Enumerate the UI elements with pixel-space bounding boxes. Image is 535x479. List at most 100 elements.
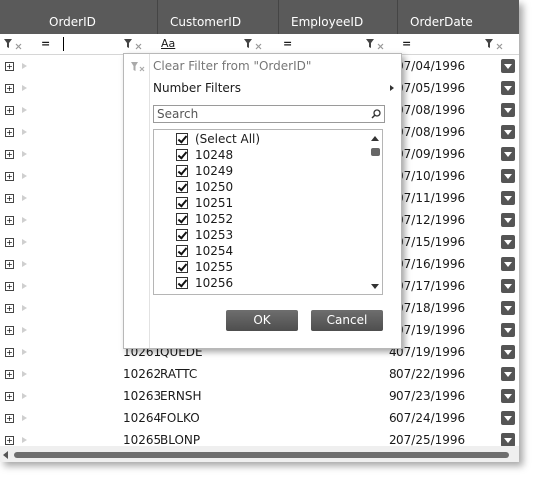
expand-row-icon[interactable]: + xyxy=(5,414,14,423)
row-indicator-icon xyxy=(22,173,27,179)
checkbox-checked-icon[interactable] xyxy=(176,245,188,257)
number-filters-menu-item[interactable]: Number Filters xyxy=(153,81,241,95)
scroll-up-icon[interactable] xyxy=(371,136,379,141)
cell-customerid: RATTC xyxy=(160,367,198,381)
orderid-filter-operator[interactable]: = xyxy=(41,37,50,50)
expand-row-icon[interactable]: + xyxy=(5,150,14,159)
orderdate-filter-operator[interactable]: = xyxy=(402,37,411,50)
expand-row-icon[interactable]: + xyxy=(5,128,14,137)
row-dropdown-button[interactable] xyxy=(501,367,515,381)
scroll-down-icon[interactable] xyxy=(371,284,379,289)
row-indicator-icon xyxy=(22,393,27,399)
table-row[interactable]: +10264 FOLKO 6 07/24/1996 xyxy=(0,407,519,429)
cell-orderdate: 07/08/1996 xyxy=(396,103,466,117)
cancel-button[interactable]: Cancel xyxy=(311,310,383,331)
customerid-filter-operator[interactable]: Aa xyxy=(161,37,175,50)
expand-row-icon[interactable]: + xyxy=(5,194,14,203)
cell-orderdate: 07/22/1996 xyxy=(396,367,466,381)
filter-item-label: 10252 xyxy=(195,212,234,226)
expand-row-icon[interactable]: + xyxy=(5,106,14,115)
filter-funnel-icon[interactable] xyxy=(3,38,25,50)
checkbox-checked-icon[interactable] xyxy=(176,181,188,193)
cell-orderdate: 07/17/1996 xyxy=(396,279,466,293)
expand-row-icon[interactable]: + xyxy=(5,172,14,181)
filter-item-label: 10250 xyxy=(195,180,234,194)
cell-orderdate: 07/04/1996 xyxy=(396,59,466,73)
checkbox-checked-icon[interactable] xyxy=(176,197,188,209)
checkbox-checked-icon[interactable] xyxy=(176,133,188,145)
employeeid-filter-operator[interactable]: = xyxy=(283,37,292,50)
table-row[interactable]: +10263 ERNSH 9 07/23/1996 xyxy=(0,385,519,407)
expand-row-icon[interactable]: + xyxy=(5,326,14,335)
row-dropdown-button[interactable] xyxy=(501,125,515,139)
row-dropdown-button[interactable] xyxy=(501,323,515,337)
row-indicator-icon xyxy=(22,415,27,421)
list-scroll-thumb[interactable] xyxy=(371,148,380,156)
filter-funnel-icon[interactable] xyxy=(365,38,387,50)
row-dropdown-button[interactable] xyxy=(501,169,515,183)
row-dropdown-button[interactable] xyxy=(501,389,515,403)
expand-row-icon[interactable]: + xyxy=(5,216,14,225)
row-dropdown-button[interactable] xyxy=(501,345,515,359)
horizontal-scroll-thumb[interactable] xyxy=(14,452,509,458)
cell-orderid: 10265 xyxy=(123,433,162,447)
expand-row-icon[interactable]: + xyxy=(5,392,14,401)
scroll-left-icon[interactable] xyxy=(3,451,8,459)
cell-orderdate: 07/19/1996 xyxy=(396,323,466,337)
column-header-orderid[interactable]: OrderID xyxy=(37,0,158,34)
checkbox-checked-icon[interactable] xyxy=(176,149,188,161)
checkbox-checked-icon[interactable] xyxy=(176,261,188,273)
expand-row-icon[interactable]: + xyxy=(5,62,14,71)
checkbox-checked-icon[interactable] xyxy=(176,213,188,225)
expand-row-icon[interactable]: + xyxy=(5,260,14,269)
row-dropdown-button[interactable] xyxy=(501,191,515,205)
search-placeholder: Search xyxy=(157,107,199,121)
expand-row-icon[interactable]: + xyxy=(5,436,14,445)
row-dropdown-button[interactable] xyxy=(501,235,515,249)
row-dropdown-button[interactable] xyxy=(501,257,515,271)
filter-item-label: 10254 xyxy=(195,244,234,258)
expand-row-icon[interactable]: + xyxy=(5,370,14,379)
row-dropdown-button[interactable] xyxy=(501,433,515,447)
expand-row-icon[interactable]: + xyxy=(5,348,14,357)
checkbox-checked-icon[interactable] xyxy=(176,165,188,177)
row-indicator-icon xyxy=(22,261,27,267)
checkbox-checked-icon[interactable] xyxy=(176,277,188,289)
row-dropdown-button[interactable] xyxy=(501,81,515,95)
row-dropdown-button[interactable] xyxy=(501,59,515,73)
clear-filter-menu-item[interactable]: Clear Filter from "OrderID" xyxy=(153,59,311,73)
column-header-label: OrderDate xyxy=(410,15,473,29)
cell-orderdate: 07/23/1996 xyxy=(396,389,466,403)
row-dropdown-button[interactable] xyxy=(501,301,515,315)
expand-row-icon[interactable]: + xyxy=(5,304,14,313)
cell-orderid: 10264 xyxy=(123,411,162,425)
horizontal-scrollbar[interactable] xyxy=(0,446,519,462)
cell-orderdate: 07/25/1996 xyxy=(396,433,466,447)
ok-button[interactable]: OK xyxy=(226,310,298,331)
filter-funnel-icon[interactable] xyxy=(484,38,506,50)
checkbox-checked-icon[interactable] xyxy=(176,229,188,241)
row-dropdown-button[interactable] xyxy=(501,213,515,227)
filter-funnel-icon[interactable] xyxy=(123,38,145,50)
column-header-employeeid[interactable]: EmployeeID xyxy=(279,0,398,34)
expand-row-icon[interactable]: + xyxy=(5,84,14,93)
column-header-customerid[interactable]: CustomerID xyxy=(158,0,279,34)
row-dropdown-button[interactable] xyxy=(501,411,515,425)
column-header-orderdate[interactable]: OrderDate xyxy=(398,0,519,34)
orderid-filter-input[interactable] xyxy=(63,37,64,51)
cell-orderdate: 07/05/1996 xyxy=(396,81,466,95)
row-dropdown-button[interactable] xyxy=(501,103,515,117)
filter-funnel-icon[interactable] xyxy=(243,38,265,50)
filter-search-input[interactable]: Search xyxy=(153,105,385,123)
cell-orderdate: 07/24/1996 xyxy=(396,411,466,425)
row-indicator-icon xyxy=(22,63,27,69)
expand-row-icon[interactable]: + xyxy=(5,238,14,247)
expand-row-icon[interactable]: + xyxy=(5,282,14,291)
row-indicator-icon xyxy=(22,305,27,311)
row-dropdown-button[interactable] xyxy=(501,147,515,161)
filter-item-label: 10253 xyxy=(195,228,234,242)
table-row[interactable]: +10262 RATTC 8 07/22/1996 xyxy=(0,363,519,385)
cell-customerid: FOLKO xyxy=(160,411,200,425)
row-dropdown-button[interactable] xyxy=(501,279,515,293)
list-vertical-scrollbar[interactable] xyxy=(368,130,382,294)
